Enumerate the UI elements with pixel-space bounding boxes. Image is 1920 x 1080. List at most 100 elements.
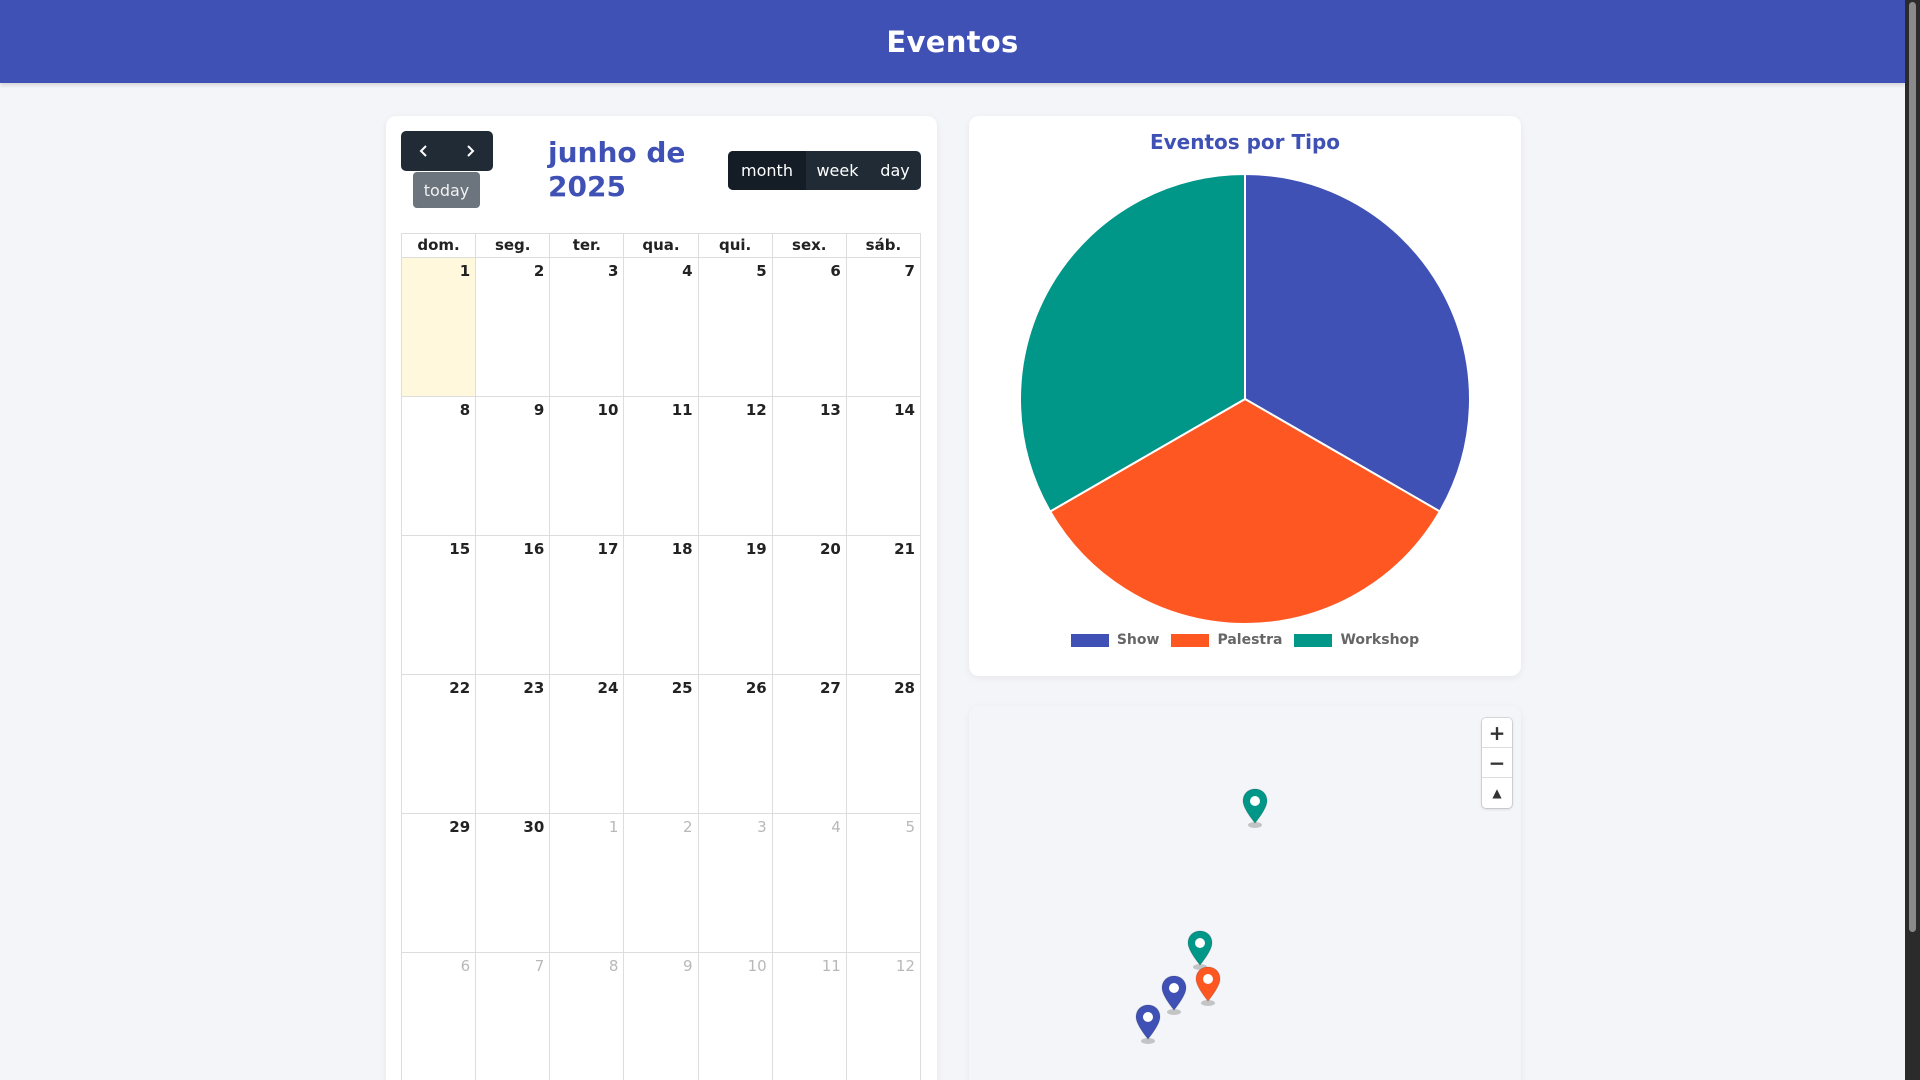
calendar-day[interactable]: 9 [624, 953, 699, 1080]
day-number[interactable]: 1 [609, 818, 619, 836]
calendar-day[interactable]: 2 [476, 258, 551, 397]
map-marker-workshop[interactable] [1240, 787, 1270, 829]
day-number[interactable]: 22 [449, 679, 470, 697]
calendar-day[interactable]: 22 [402, 675, 477, 814]
day-number[interactable]: 16 [523, 540, 544, 558]
calendar-day[interactable]: 8 [550, 953, 625, 1080]
calendar-day[interactable]: 11 [624, 397, 699, 536]
day-number[interactable]: 21 [894, 540, 915, 558]
today-button[interactable]: today [413, 172, 480, 208]
calendar-day[interactable]: 7 [846, 258, 921, 397]
day-number[interactable]: 26 [746, 679, 767, 697]
calendar-day[interactable]: 19 [698, 536, 773, 675]
prev-month-button[interactable] [401, 131, 447, 171]
reset-north-button[interactable]: ▲ [1482, 778, 1512, 808]
day-number[interactable]: 15 [449, 540, 470, 558]
calendar-day-today[interactable]: 1 [402, 258, 477, 397]
day-number[interactable]: 13 [820, 401, 841, 419]
day-number[interactable]: 20 [820, 540, 841, 558]
calendar-day[interactable]: 4 [772, 814, 847, 953]
view-day-button[interactable]: day [869, 151, 921, 190]
day-number[interactable]: 19 [746, 540, 767, 558]
calendar-day[interactable]: 13 [772, 397, 847, 536]
day-number[interactable]: 1 [460, 262, 470, 280]
calendar-day[interactable]: 5 [698, 258, 773, 397]
day-number[interactable]: 4 [682, 262, 692, 280]
day-number[interactable]: 11 [672, 401, 693, 419]
map-marker-palestra[interactable] [1193, 965, 1223, 1007]
calendar-day[interactable]: 2 [624, 814, 699, 953]
map-marker-show[interactable] [1133, 1003, 1163, 1045]
calendar-day[interactable]: 21 [846, 536, 921, 675]
view-week-button[interactable]: week [806, 151, 869, 190]
calendar-day[interactable]: 20 [772, 536, 847, 675]
calendar-day[interactable]: 9 [476, 397, 551, 536]
day-number[interactable]: 5 [905, 818, 915, 836]
calendar-day[interactable]: 12 [847, 953, 921, 1080]
day-number[interactable]: 8 [460, 401, 470, 419]
calendar-day[interactable]: 6 [402, 953, 477, 1080]
page-scrollbar[interactable] [1905, 0, 1920, 1080]
day-number[interactable]: 6 [461, 957, 471, 975]
calendar-day[interactable]: 27 [772, 675, 847, 814]
calendar-day[interactable]: 30 [476, 814, 551, 953]
day-number[interactable]: 24 [598, 679, 619, 697]
legend-item-workshop[interactable]: Workshop [1294, 632, 1419, 648]
day-number[interactable]: 29 [449, 818, 470, 836]
next-month-button[interactable] [447, 131, 493, 171]
calendar-day[interactable]: 28 [846, 675, 921, 814]
zoom-out-button[interactable]: − [1482, 748, 1512, 778]
zoom-in-button[interactable]: + [1482, 718, 1512, 748]
day-number[interactable]: 18 [672, 540, 693, 558]
calendar-day[interactable]: 3 [550, 258, 625, 397]
calendar-day[interactable]: 6 [772, 258, 847, 397]
calendar-day[interactable]: 16 [476, 536, 551, 675]
calendar-day[interactable]: 11 [773, 953, 847, 1080]
view-month-button[interactable]: month [728, 151, 806, 190]
calendar-day[interactable]: 10 [699, 953, 773, 1080]
day-number[interactable]: 7 [905, 262, 915, 280]
day-number[interactable]: 2 [683, 818, 693, 836]
day-number[interactable]: 30 [523, 818, 544, 836]
calendar-day[interactable]: 23 [476, 675, 551, 814]
day-number[interactable]: 9 [683, 957, 693, 975]
calendar-day[interactable]: 1 [550, 814, 625, 953]
calendar-day[interactable]: 18 [624, 536, 699, 675]
day-number[interactable]: 9 [534, 401, 544, 419]
day-number[interactable]: 2 [534, 262, 544, 280]
day-number[interactable]: 10 [748, 957, 767, 975]
day-number[interactable]: 12 [896, 957, 915, 975]
day-number[interactable]: 27 [820, 679, 841, 697]
calendar-day[interactable]: 25 [624, 675, 699, 814]
day-number[interactable]: 12 [746, 401, 767, 419]
calendar-day[interactable]: 8 [402, 397, 477, 536]
day-number[interactable]: 8 [609, 957, 619, 975]
calendar-day[interactable]: 7 [476, 953, 551, 1080]
calendar-day[interactable]: 4 [624, 258, 699, 397]
day-number[interactable]: 14 [894, 401, 915, 419]
calendar-day[interactable]: 26 [698, 675, 773, 814]
day-number[interactable]: 5 [756, 262, 766, 280]
day-number[interactable]: 10 [598, 401, 619, 419]
day-number[interactable]: 23 [523, 679, 544, 697]
day-number[interactable]: 7 [535, 957, 545, 975]
calendar-day[interactable]: 10 [550, 397, 625, 536]
legend-item-show[interactable]: Show [1070, 632, 1159, 648]
day-number[interactable]: 4 [831, 818, 841, 836]
legend-item-palestra[interactable]: Palestra [1171, 632, 1282, 648]
calendar-day[interactable]: 24 [550, 675, 625, 814]
calendar-day[interactable]: 17 [550, 536, 625, 675]
day-number[interactable]: 3 [757, 818, 767, 836]
calendar-day[interactable]: 3 [698, 814, 773, 953]
calendar-day[interactable]: 15 [402, 536, 477, 675]
calendar-day[interactable]: 5 [846, 814, 921, 953]
calendar-day[interactable]: 14 [846, 397, 921, 536]
day-number[interactable]: 11 [822, 957, 841, 975]
events-map[interactable]: + − ▲ [969, 706, 1521, 1080]
day-number[interactable]: 6 [830, 262, 840, 280]
day-number[interactable]: 25 [672, 679, 693, 697]
day-number[interactable]: 3 [608, 262, 618, 280]
day-number[interactable]: 28 [894, 679, 915, 697]
scrollbar-thumb[interactable] [1909, 2, 1916, 932]
map-marker-show[interactable] [1159, 974, 1189, 1016]
